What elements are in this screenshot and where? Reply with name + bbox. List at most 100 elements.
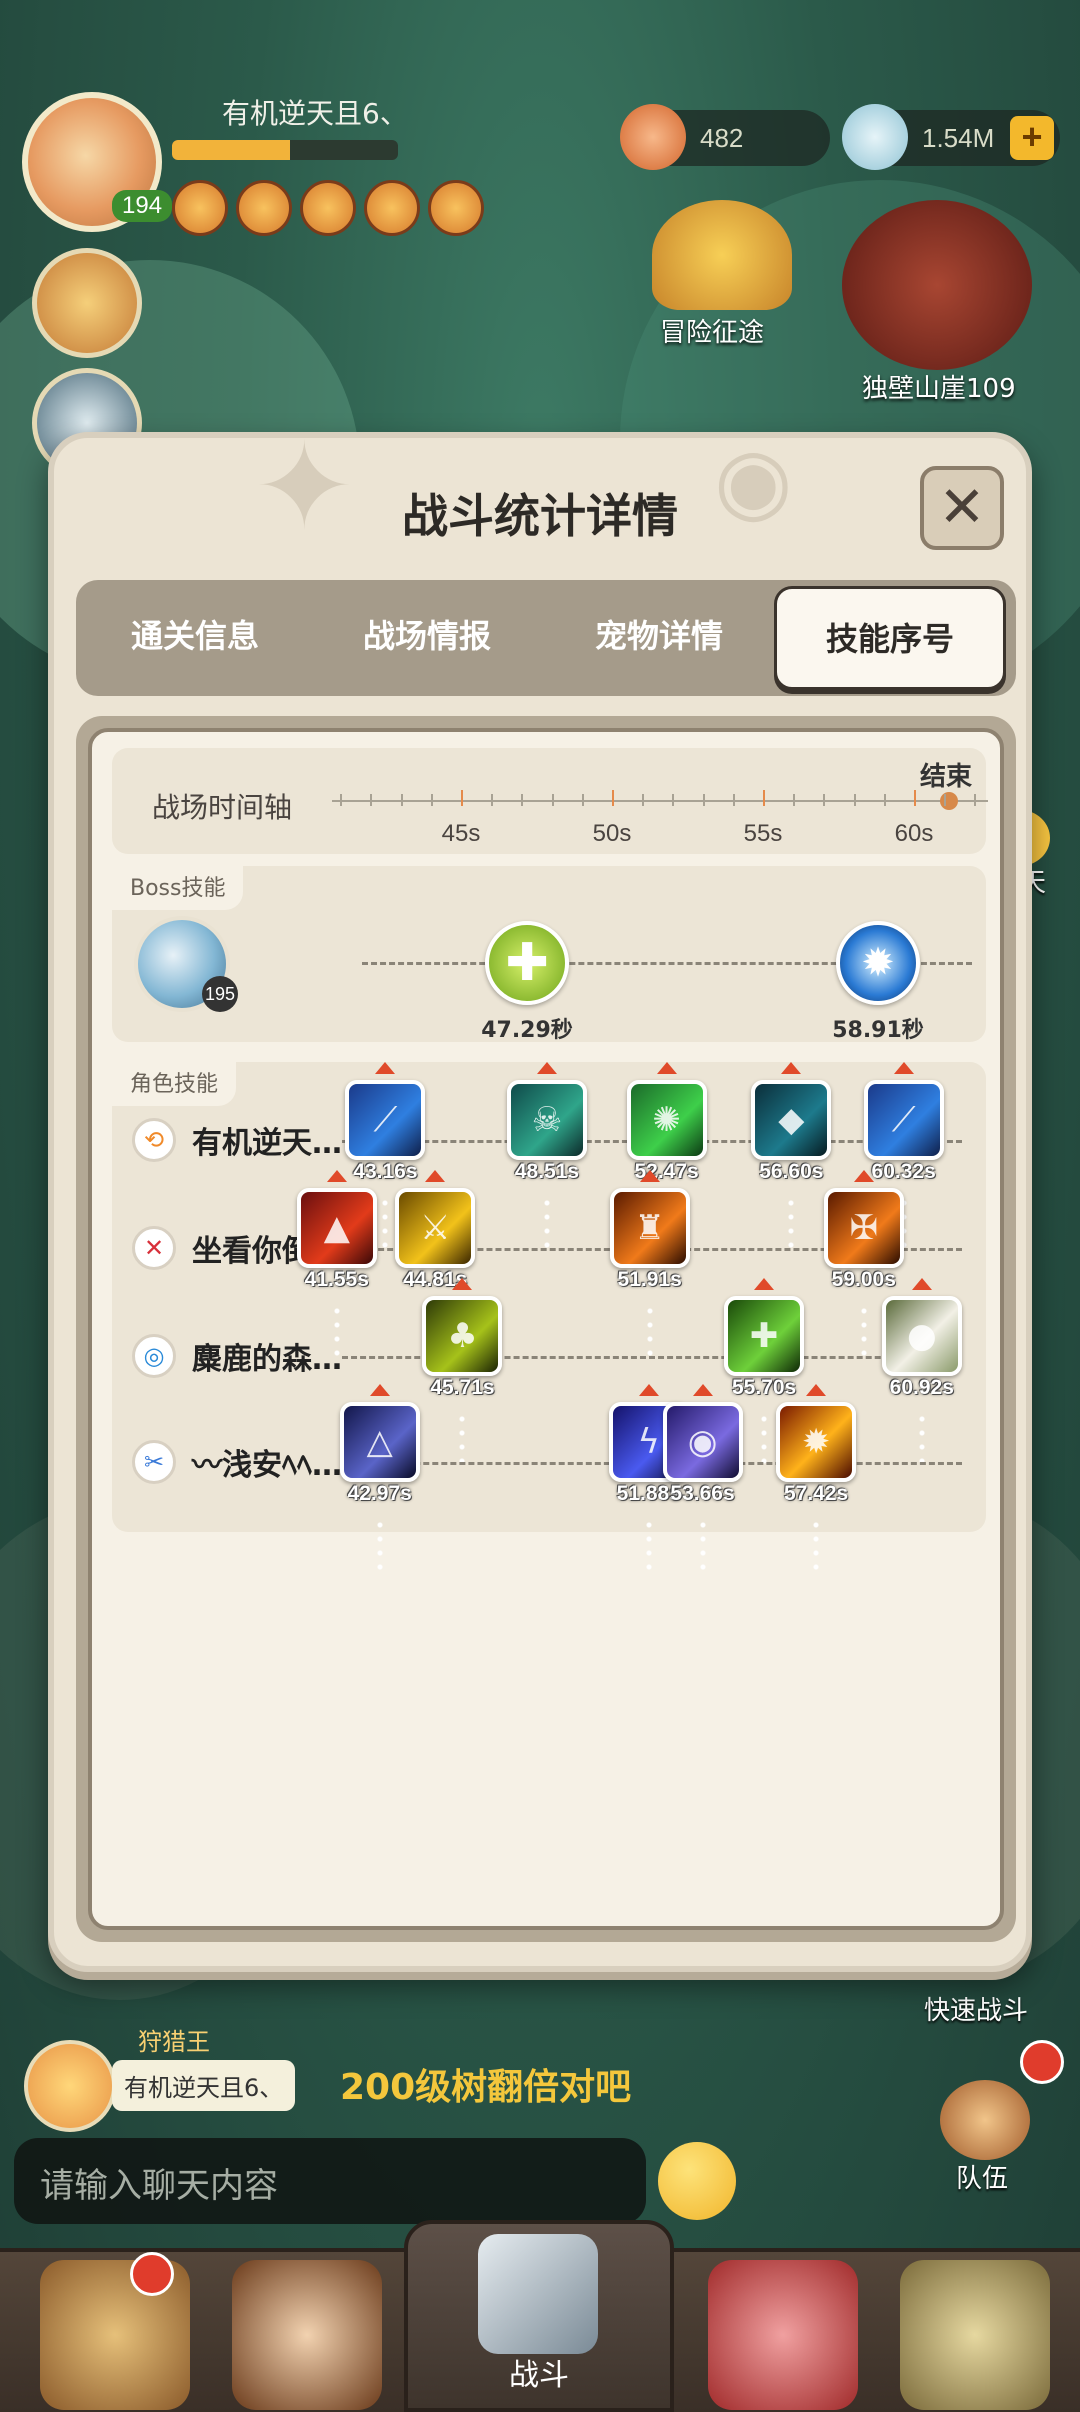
skill-marker [639,1170,660,1182]
skill-order-content[interactable]: 战场时间轴 结束 45s 50s 55s 60s Boss技能 195 ✚ 47… [88,728,1004,1930]
battle-sword-icon [478,2234,598,2354]
player-level: 194 [112,190,173,222]
skill-glyph: △ [366,1422,393,1462]
exp-bar [172,140,398,160]
timeline-tick [944,794,947,806]
shadow-warrior-icon[interactable]: ♜ [609,1188,690,1268]
role-section-label: 角色技能 [112,1062,237,1106]
emoji-icon[interactable] [658,2142,736,2220]
team-label[interactable]: 队伍 [956,2158,1008,2195]
medal-icon[interactable] [364,180,420,236]
timeline-end-label: 结束 [920,762,973,792]
skill-marker [806,1384,827,1396]
medal-icon[interactable] [300,180,356,236]
blue-slash-icon[interactable]: ⟋ [863,1080,944,1160]
medal-icon[interactable] [428,180,484,236]
skill-marker [375,1062,396,1074]
timeline-tick [793,794,796,806]
nav-dragon-icon[interactable] [708,2260,858,2410]
rune-fire-icon[interactable]: ✠ [823,1188,904,1268]
skill-glyph: ◆ [778,1100,805,1140]
skill-marker [911,1278,932,1290]
skill-time: 60.92s [889,1376,954,1399]
timeline-tick-label: 45s [441,820,481,847]
skill-glyph: ◉ [687,1422,718,1462]
eye-icon[interactable]: ◉ [662,1402,743,1482]
skill-dots [860,1304,867,1356]
skull-icon[interactable]: ☠ [507,1080,587,1160]
skill-dots [382,1196,389,1248]
crimson-icon: ✕ [132,1226,176,1270]
skill-time: 48.51s [514,1160,580,1183]
skill-order-panel: 战场时间轴 结束 45s 50s 55s 60s Boss技能 195 ✚ 47… [76,716,1016,1942]
robot-heal-icon[interactable]: ✚ [724,1296,805,1376]
quick-fight-label[interactable]: 快速战斗 [924,1990,1028,2027]
medal-icon[interactable] [236,180,292,236]
nav-battle[interactable]: 战斗 [404,2220,674,2412]
skill-time: 43.16s [353,1160,418,1183]
close-button[interactable]: ✕ [920,466,1004,550]
notification-bell-icon [130,2252,174,2296]
side-avatar[interactable] [32,248,142,358]
player-name: 有机逆天且6、 [222,97,408,130]
cliff-stage-icon[interactable] [842,200,1032,370]
add-currency-button[interactable]: + [1010,116,1054,160]
skill-time: 41.55s [304,1268,369,1291]
tab-skill-order[interactable]: 技能序号 [774,586,1006,690]
tab-clear-info[interactable]: 通关信息 [76,580,314,696]
timeline-tick [974,794,977,806]
skill-marker [893,1062,914,1074]
exp-fill [172,140,290,160]
close-icon: ✕ [938,475,986,540]
timeline-tick [551,794,554,806]
timeline-tick [612,790,614,806]
skill-glyph: ● [906,1316,937,1356]
heal-cross-icon[interactable]: ✚ [485,921,569,1005]
tab-bar: 通关信息 战场情报 宠物详情 技能序号 [76,580,1016,696]
skill-marker [537,1062,557,1074]
skill-glyph: ⟋ [891,1100,916,1140]
skill-marker [369,1384,390,1396]
tab-battlefield-intel[interactable]: 战场情报 [308,580,546,696]
gold-swords-icon[interactable]: ⚔ [395,1188,476,1268]
fire-spike-icon[interactable]: ▲ [296,1188,377,1268]
blade-icon: ✂ [132,1440,176,1484]
medal-icon[interactable] [172,180,228,236]
currency-meat[interactable]: 482 [620,104,830,170]
skill-dots [918,1412,925,1464]
nav-totem-icon[interactable] [900,2260,1050,2410]
currency-stone[interactable]: 1.54M + [842,104,1060,170]
ice-burst-icon[interactable]: ✹ [836,921,920,1005]
flame-burst-icon[interactable]: ✹ [776,1402,857,1482]
triangle-rune-icon[interactable]: △ [339,1402,420,1482]
timeline-tick [672,794,675,806]
green-spirit-icon[interactable]: ✺ [626,1080,707,1160]
timeline-tick [491,794,494,806]
team-icon[interactable] [940,2080,1030,2160]
battle-stats-dialog: ✦ ◉ 战斗统计详情 ✕ 通关信息 战场情报 宠物详情 技能序号 战场时间轴 结… [48,418,1032,1972]
battle-timeline: 战场时间轴 结束 45s 50s 55s 60s [112,748,988,854]
timeline-tick [370,794,373,806]
chat-input[interactable]: 请输入聊天内容 [14,2138,646,2224]
blue-slash-icon[interactable]: ⟋ [345,1080,426,1160]
timeline-tick [914,790,916,806]
skill-dots [376,1518,383,1570]
skill-time: 57.42s [783,1482,849,1505]
spirit-owl-icon[interactable]: ● [881,1296,962,1376]
water-drop-icon[interactable]: ◆ [751,1080,832,1160]
tab-pet-details[interactable]: 宠物详情 [540,580,778,696]
nav-hero-icon[interactable] [232,2260,382,2410]
chat-sender-avatar[interactable] [24,2040,116,2132]
skill-glyph: ♜ [634,1208,665,1248]
skill-glyph: ✚ [749,1316,779,1356]
skill-dots [813,1518,820,1570]
timeline-tick [763,790,765,806]
skill-glyph: ✹ [801,1422,831,1462]
skill-glyph: ♣ [447,1316,478,1356]
sender-title: 狩猎王 [138,2028,210,2056]
skill-time: 59.00s [831,1268,896,1291]
skill-marker [638,1384,659,1396]
skill-time: 51.91s [617,1268,682,1291]
adventure-icon[interactable] [652,200,792,310]
mushroom-icon[interactable]: ♣ [422,1296,503,1376]
